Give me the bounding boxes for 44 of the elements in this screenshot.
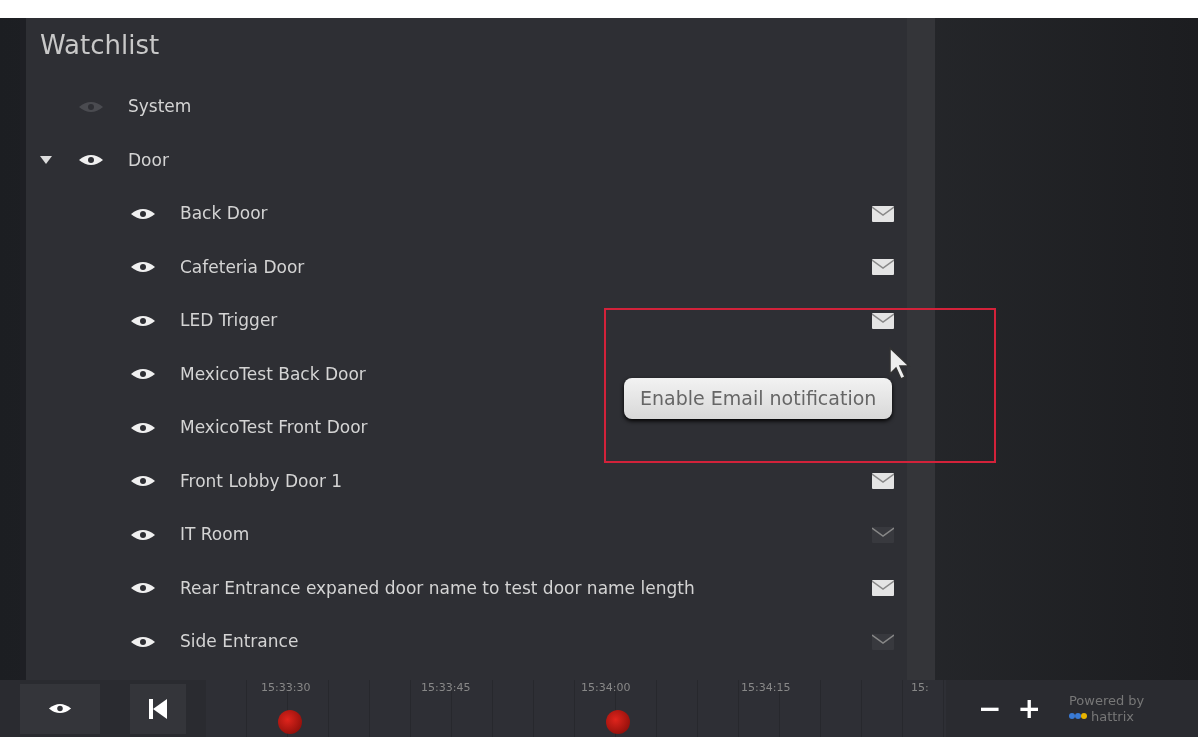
tree-item-label[interactable]: System — [128, 94, 192, 120]
eye-icon[interactable] — [130, 581, 156, 596]
brand-name: hattrix — [1090, 708, 1134, 725]
eye-icon — [48, 702, 72, 715]
envelope-icon[interactable] — [872, 205, 894, 222]
zoom-out-button[interactable]: − — [970, 694, 1010, 723]
eye-icon[interactable] — [130, 260, 156, 275]
eye-icon[interactable] — [130, 474, 156, 489]
tree-item-label[interactable]: Rear Entrance expaned door name to test door name length — [180, 575, 872, 601]
logo-dots-icon — [1068, 712, 1087, 721]
powered-by-text: Powered by — [1068, 692, 1145, 709]
tooltip: Enable Email notification — [624, 378, 893, 419]
tree-item-label[interactable]: Side Entrance — [180, 629, 872, 655]
skip-to-start-icon — [149, 698, 167, 719]
zoom-in-button[interactable]: + — [1009, 694, 1049, 723]
envelope-icon[interactable] — [872, 580, 894, 597]
skip-to-start-button[interactable] — [130, 683, 186, 734]
eye-icon[interactable] — [130, 634, 156, 649]
tree-item-label[interactable]: IT Room — [180, 522, 872, 548]
envelope-icon[interactable] — [872, 473, 894, 490]
event-marker — [278, 710, 302, 734]
time-label: 15:33:45 — [421, 680, 471, 696]
expand-caret-icon[interactable] — [40, 156, 52, 165]
eye-icon[interactable] — [130, 527, 156, 542]
tree-item-label[interactable]: LED Trigger — [180, 308, 872, 334]
time-label: 15:33:30 — [261, 680, 311, 696]
eye-icon[interactable] — [130, 367, 156, 382]
eye-icon[interactable] — [130, 420, 156, 435]
time-label: 15:34:15 — [741, 680, 791, 696]
eye-button[interactable] — [20, 683, 100, 734]
event-marker — [606, 710, 630, 734]
envelope-icon[interactable] — [872, 259, 894, 276]
eye-icon[interactable] — [130, 313, 156, 328]
eye-icon[interactable] — [78, 153, 104, 168]
tree-item-label[interactable]: Back Door — [180, 201, 872, 227]
eye-icon[interactable] — [130, 206, 156, 221]
panel-title: Watchlist — [39, 29, 161, 62]
tree-item-label[interactable]: Door — [128, 147, 169, 173]
tree-item-label[interactable]: Cafeteria Door — [180, 254, 872, 280]
cursor-icon — [888, 346, 912, 382]
time-label: 15:34:00 — [581, 680, 631, 696]
envelope-icon[interactable] — [872, 312, 894, 329]
tree-item-label[interactable]: Front Lobby Door 1 — [180, 468, 872, 494]
time-label: 15: — [911, 680, 929, 696]
